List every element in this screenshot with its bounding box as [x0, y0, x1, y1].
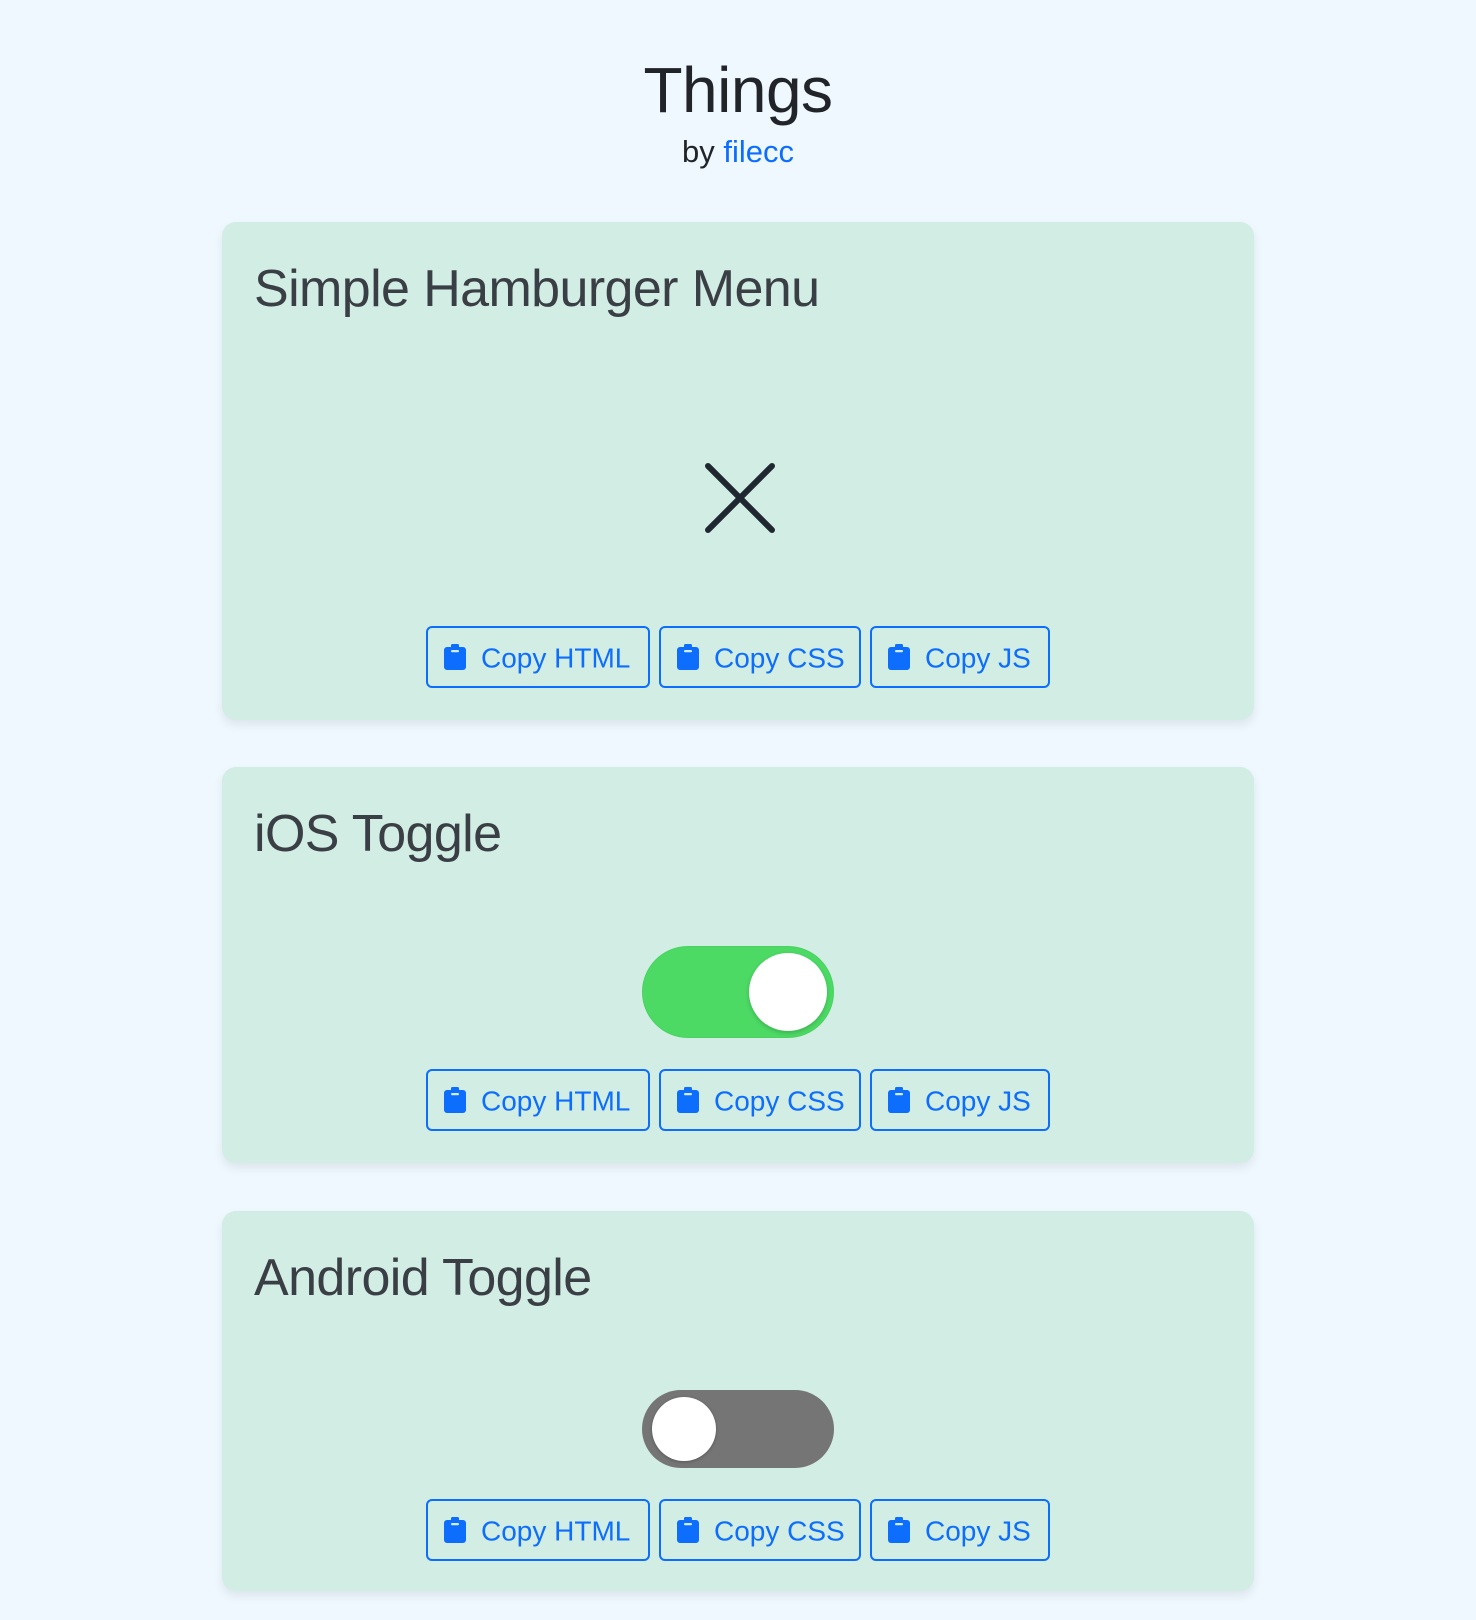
clipboard-icon: [888, 643, 910, 670]
ios-toggle-switch[interactable]: [642, 946, 834, 1038]
card-android-toggle: Android Toggle Copy HTML Copy CSS Copy J…: [222, 1211, 1254, 1591]
author-link[interactable]: filecc: [723, 134, 794, 169]
byline-prefix: by: [681, 134, 715, 169]
copy-button-row: Copy HTML Copy CSS Copy JS: [426, 1069, 1050, 1131]
clipboard-icon: [444, 643, 466, 670]
clipboard-icon: [888, 1516, 910, 1543]
clipboard-icon: [677, 1086, 699, 1113]
copy-html-button[interactable]: Copy HTML: [426, 1499, 650, 1561]
clipboard-icon: [677, 1516, 699, 1543]
byline: by filecc: [0, 133, 1476, 171]
copy-js-button[interactable]: Copy JS: [870, 1499, 1050, 1561]
toggle-knob: [749, 953, 827, 1031]
clipboard-icon: [444, 1516, 466, 1543]
copy-html-button[interactable]: Copy HTML: [426, 626, 650, 688]
copy-button-row: Copy HTML Copy CSS Copy JS: [426, 626, 1050, 688]
copy-css-button[interactable]: Copy CSS: [659, 626, 861, 688]
card-ios-toggle: iOS Toggle Copy HTML Copy CSS Copy JS: [222, 767, 1254, 1163]
close-icon[interactable]: [702, 460, 778, 536]
toggle-knob: [652, 1397, 716, 1461]
copy-button-row: Copy HTML Copy CSS Copy JS: [426, 1499, 1050, 1561]
clipboard-icon: [677, 643, 699, 670]
copy-js-button[interactable]: Copy JS: [870, 1069, 1050, 1131]
clipboard-icon: [888, 1086, 910, 1113]
android-toggle-switch[interactable]: [642, 1390, 834, 1468]
page-title: Things: [643, 54, 833, 126]
copy-css-button[interactable]: Copy CSS: [659, 1069, 861, 1131]
copy-css-button[interactable]: Copy CSS: [659, 1499, 861, 1561]
clipboard-icon: [444, 1086, 466, 1113]
copy-js-button[interactable]: Copy JS: [870, 626, 1050, 688]
card-hamburger-menu: Simple Hamburger Menu Copy HTML Copy CSS: [222, 222, 1254, 720]
copy-html-button[interactable]: Copy HTML: [426, 1069, 650, 1131]
